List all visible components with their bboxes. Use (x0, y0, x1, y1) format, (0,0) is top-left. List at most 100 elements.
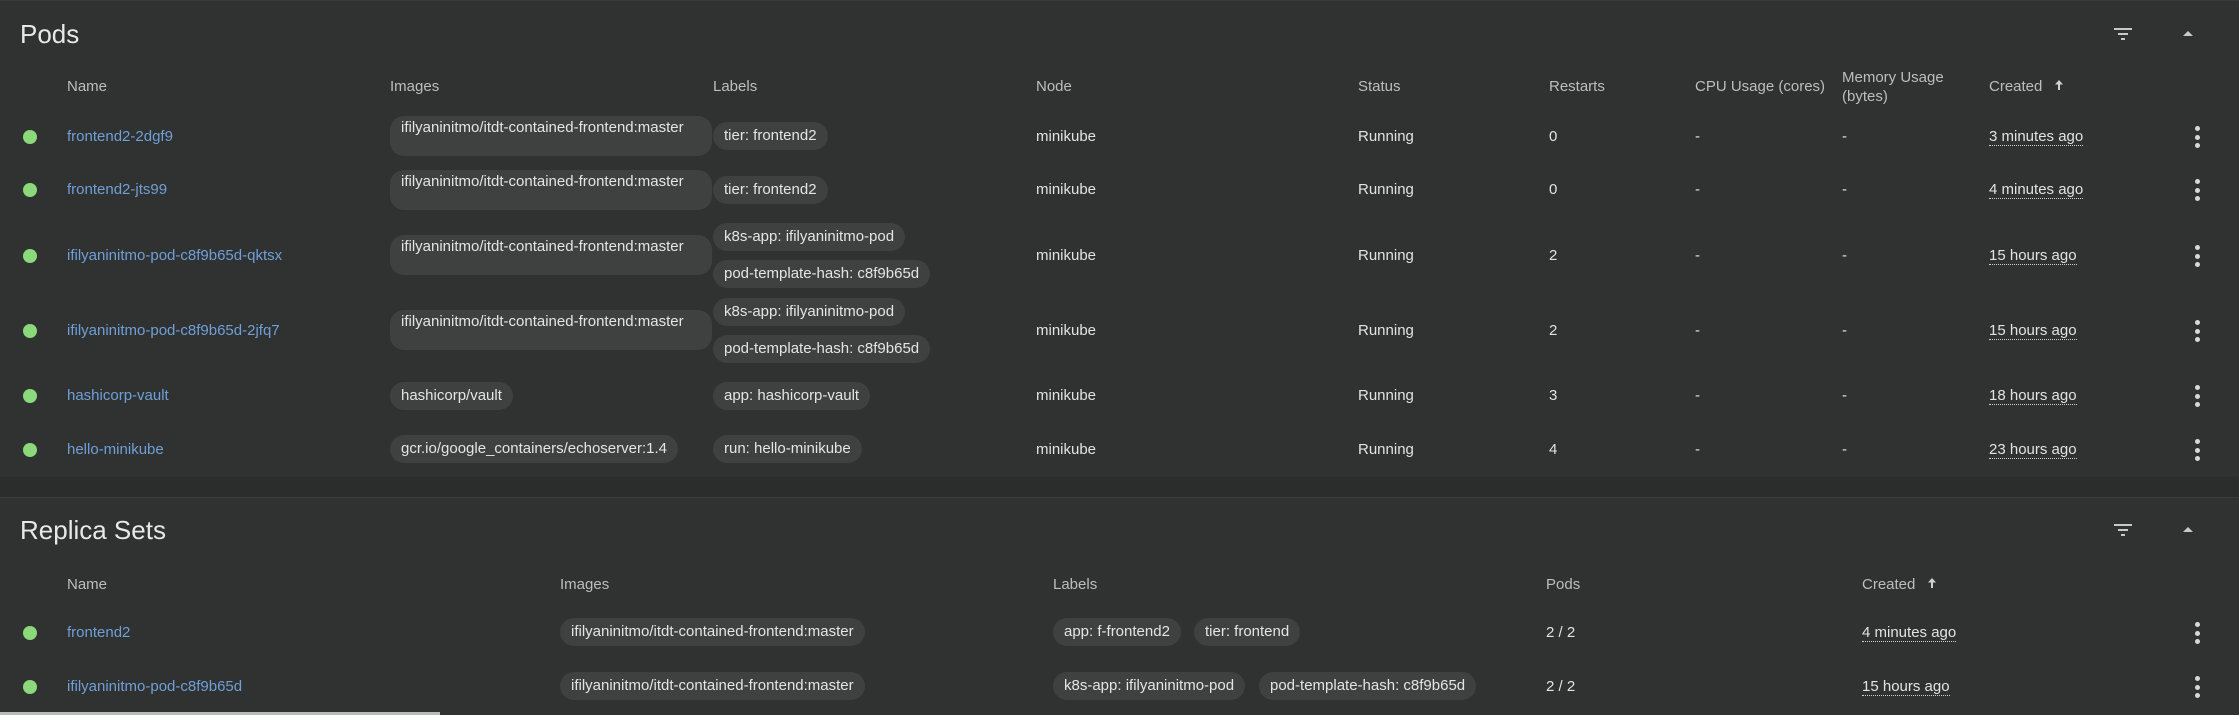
image-chip: ifilyaninitmo/itdt-contained-frontend:ma… (560, 618, 865, 646)
kebab-menu-icon[interactable] (2193, 320, 2201, 342)
col-name[interactable]: Name (67, 575, 107, 594)
node-cell: minikube (1036, 181, 1097, 198)
sort-arrow-up-icon (2054, 80, 2063, 90)
status-running-icon (23, 626, 37, 640)
label-chip: tier: frontend (1194, 618, 1301, 646)
memory-cell: - (1842, 128, 1847, 145)
replica-set-name-link[interactable]: frontend2 (67, 624, 130, 641)
created-cell: 18 hours ago (1989, 387, 2077, 405)
node-cell: minikube (1036, 322, 1097, 339)
pods-cell: 2 / 2 (1546, 678, 1576, 695)
col-pods: Pods (1546, 576, 1581, 593)
label-chip: app: f-frontend2 (1053, 618, 1181, 646)
col-created-label: Created (1989, 78, 2043, 95)
kebab-menu-icon[interactable] (2193, 126, 2201, 148)
cpu-cell: - (1695, 247, 1700, 264)
node-cell: minikube (1036, 441, 1097, 458)
label-chip: pod-template-hash: c8f9b65d (1259, 672, 1477, 700)
cpu-cell: - (1695, 387, 1700, 404)
label-chip: tier: frontend2 (713, 176, 828, 204)
node-cell: minikube (1036, 247, 1097, 264)
filter-icon[interactable] (2103, 510, 2143, 550)
restarts-cell: 0 (1549, 128, 1558, 145)
restarts-cell: 3 (1549, 387, 1558, 404)
kebab-menu-icon[interactable] (2193, 439, 2201, 461)
col-memory-line2: (bytes) (1842, 88, 1888, 105)
image-chip: ifilyaninitmo/itdt-contained-frontend:ma… (390, 235, 712, 275)
col-status[interactable]: Status (1358, 77, 1401, 96)
status-cell: Running (1358, 128, 1414, 145)
created-cell: 15 hours ago (1989, 247, 2077, 265)
node-cell: minikube (1036, 128, 1097, 145)
col-memory: Memory Usage (bytes) (1842, 68, 1944, 106)
col-created-label: Created (1862, 576, 1916, 593)
image-chip: ifilyaninitmo/itdt-contained-frontend:ma… (390, 170, 712, 210)
pods-card: Pods Name Images Labels Node Status Rest… (0, 0, 2239, 477)
label-chip: run: hello-minikube (713, 435, 862, 463)
col-restarts[interactable]: Restarts (1549, 77, 1605, 96)
pods-cell: 2 / 2 (1546, 624, 1576, 641)
cpu-cell: - (1695, 181, 1700, 198)
label-chip: pod-template-hash: c8f9b65d (713, 260, 931, 288)
collapse-icon[interactable] (2168, 510, 2208, 550)
status-cell: Running (1358, 247, 1414, 264)
cpu-cell: - (1695, 128, 1700, 145)
collapse-icon[interactable] (2168, 14, 2208, 54)
memory-cell: - (1842, 247, 1847, 264)
restarts-cell: 2 (1549, 247, 1558, 264)
memory-cell: - (1842, 322, 1847, 339)
created-cell: 4 minutes ago (1989, 181, 2084, 199)
filter-icon[interactable] (2103, 14, 2143, 54)
node-cell: minikube (1036, 387, 1097, 404)
status-cell: Running (1358, 322, 1414, 339)
col-labels: Labels (1053, 576, 1098, 593)
restarts-cell: 2 (1549, 322, 1558, 339)
restarts-cell: 4 (1549, 441, 1558, 458)
col-images: Images (560, 576, 610, 593)
image-chip: ifilyaninitmo/itdt-contained-frontend:ma… (560, 672, 865, 700)
status-running-icon (23, 183, 37, 197)
pod-name-link[interactable]: ifilyaninitmo-pod-c8f9b65d-qktsx (67, 247, 282, 264)
label-chip: pod-template-hash: c8f9b65d (713, 335, 931, 363)
status-running-icon (23, 680, 37, 694)
label-chip: app: hashicorp-vault (713, 382, 871, 410)
label-chip: k8s-app: ifilyaninitmo-pod (1053, 672, 1246, 700)
col-name[interactable]: Name (67, 77, 107, 96)
label-chip: k8s-app: ifilyaninitmo-pod (713, 298, 906, 326)
kebab-menu-icon[interactable] (2193, 385, 2201, 407)
sort-arrow-up-icon (1927, 578, 1936, 588)
pod-name-link[interactable]: hello-minikube (67, 441, 164, 458)
label-chip: k8s-app: ifilyaninitmo-pod (713, 223, 906, 251)
image-chip: ifilyaninitmo/itdt-contained-frontend:ma… (390, 310, 712, 350)
pod-name-link[interactable]: frontend2-jts99 (67, 181, 167, 198)
image-chip: gcr.io/google_containers/echoserver:1.4 (390, 435, 679, 463)
restarts-cell: 0 (1549, 181, 1558, 198)
status-cell: Running (1358, 387, 1414, 404)
kebab-menu-icon[interactable] (2193, 622, 2201, 644)
label-chip: tier: frontend2 (713, 122, 828, 150)
pod-name-link[interactable]: frontend2-2dgf9 (67, 128, 173, 145)
replica-set-name-link[interactable]: ifilyaninitmo-pod-c8f9b65d (67, 678, 242, 695)
status-cell: Running (1358, 181, 1414, 198)
kebab-menu-icon[interactable] (2193, 245, 2201, 267)
kebab-menu-icon[interactable] (2193, 676, 2201, 698)
kebab-menu-icon[interactable] (2193, 179, 2201, 201)
status-running-icon (23, 324, 37, 338)
col-created[interactable]: Created (1989, 77, 2066, 96)
replica-sets-card: Replica Sets Name Images Labels Pods Cre… (0, 497, 2239, 715)
col-node[interactable]: Node (1036, 77, 1072, 96)
replica-sets-title: Replica Sets (20, 515, 166, 545)
image-chip: ifilyaninitmo/itdt-contained-frontend:ma… (390, 116, 712, 156)
pod-name-link[interactable]: hashicorp-vault (67, 387, 169, 404)
created-cell: 15 hours ago (1862, 678, 1950, 696)
image-chip: hashicorp/vault (390, 382, 513, 410)
memory-cell: - (1842, 387, 1847, 404)
col-cpu: CPU Usage (cores) (1695, 78, 1826, 95)
created-cell: 15 hours ago (1989, 322, 2077, 340)
cpu-cell: - (1695, 441, 1700, 458)
col-memory-line1: Memory Usage (1842, 69, 1944, 86)
pod-name-link[interactable]: ifilyaninitmo-pod-c8f9b65d-2jfq7 (67, 322, 280, 339)
status-running-icon (23, 389, 37, 403)
created-cell: 3 minutes ago (1989, 128, 2084, 146)
col-created[interactable]: Created (1862, 575, 1939, 594)
